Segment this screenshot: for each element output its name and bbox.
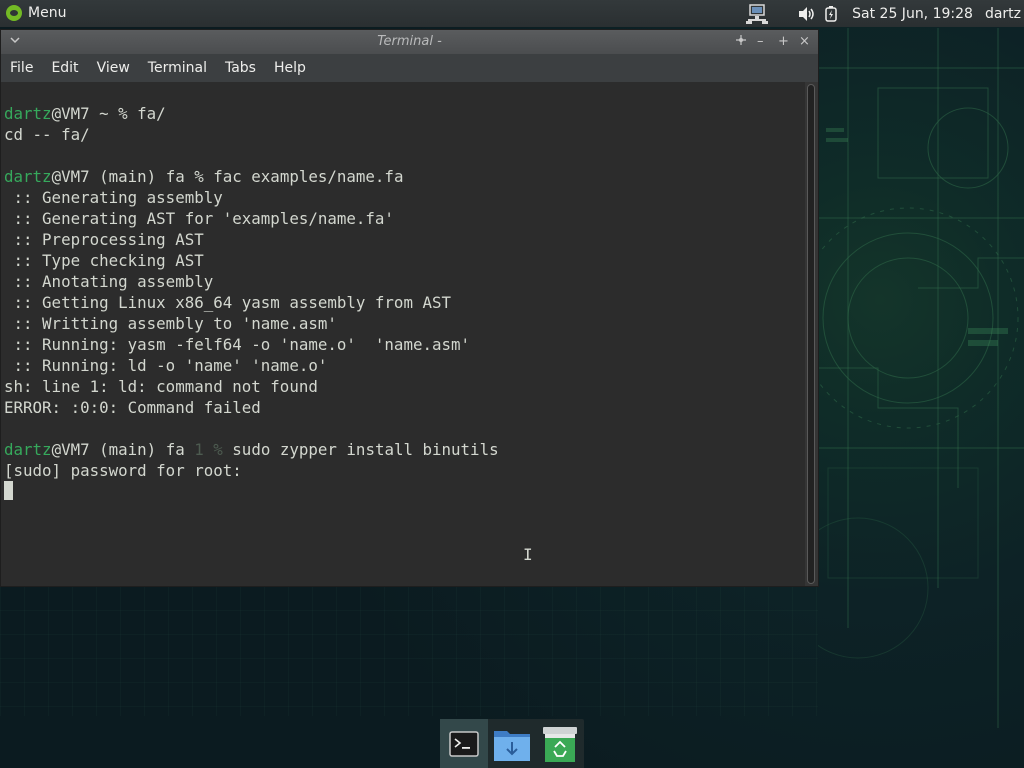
network-icon[interactable] (746, 3, 769, 24)
wallpaper-art (818, 28, 1024, 768)
menu-help[interactable]: Help (265, 60, 315, 76)
terminal-line: :: Writting assembly to 'name.asm' (4, 314, 337, 333)
menu-tabs[interactable]: Tabs (216, 60, 265, 76)
files-icon (494, 730, 530, 761)
terminal-line: sh: line 1: ld: command not found (4, 377, 318, 396)
terminal-cursor (4, 481, 13, 500)
menu-label: Menu (28, 5, 67, 21)
trash-icon (543, 726, 577, 762)
wallpaper-grid (0, 586, 818, 716)
battery-icon[interactable] (824, 5, 838, 22)
prompt-user: dartz (4, 104, 52, 123)
prompt-command-tail: sudo zypper install binutils (222, 440, 499, 459)
menu-view[interactable]: View (88, 60, 139, 76)
terminal-line: :: Getting Linux x86_64 yasm assembly fr… (4, 293, 452, 312)
prompt-exit-status: 1 % (194, 440, 223, 459)
scrollbar[interactable] (805, 82, 818, 586)
close-button[interactable]: × (799, 34, 810, 50)
prompt-command: @VM7 (main) fa % fac examples/name.fa (51, 167, 404, 186)
opensuse-logo-icon (6, 5, 22, 21)
terminal-line: :: Preprocessing AST (4, 230, 204, 249)
terminal-line: dartz@VM7 (main) fa % fac examples/name.… (4, 166, 499, 187)
terminal-line: :: Running: ld -o 'name' 'name.o' (4, 356, 328, 375)
terminal-line: :: Generating assembly (4, 188, 223, 207)
menu-button[interactable]: Menu (2, 2, 70, 24)
terminal-line: ERROR: :0:0: Command failed (4, 398, 261, 417)
minimize-button[interactable]: – (757, 34, 764, 50)
clock[interactable]: Sat 25 Jun, 19:28 (852, 6, 973, 22)
pin-icon[interactable] (735, 34, 747, 51)
maximize-button[interactable]: + (778, 34, 789, 50)
terminal-line: dartz@VM7 ~ % fa/ (4, 103, 499, 124)
prompt-user: dartz (4, 440, 52, 459)
system-tray: Sat 25 Jun, 19:28 dartz (746, 0, 1024, 27)
volume-icon[interactable] (798, 6, 816, 22)
terminal-icon (449, 730, 479, 757)
terminal-line: cd -- fa/ (4, 125, 90, 144)
dock (440, 719, 584, 768)
dock-terminal[interactable] (440, 719, 488, 768)
terminal-line: :: Anotating assembly (4, 272, 214, 291)
menu-bar: File Edit View Terminal Tabs Help (1, 54, 818, 82)
terminal-line: dartz@VM7 (main) fa 1 % sudo zypper inst… (4, 439, 499, 460)
menu-terminal[interactable]: Terminal (139, 60, 216, 76)
text-cursor-ibeam-icon: I (523, 545, 533, 564)
dock-files[interactable] (488, 719, 536, 768)
window-title: Terminal - (377, 34, 442, 49)
window-titlebar[interactable]: Terminal - – + × (1, 30, 818, 54)
terminal-output[interactable]: dartz@VM7 ~ % fa/cd -- fa/dartz@VM7 (mai… (1, 82, 805, 586)
terminal-line: [sudo] password for root: (4, 461, 242, 480)
user-name[interactable]: dartz (985, 6, 1021, 22)
terminal-window: Terminal - – + × File Edit View Terminal… (0, 29, 819, 587)
top-panel: Menu Sat 25 Jun, 19:28 dartz (0, 0, 1024, 27)
scrollbar-thumb[interactable] (807, 84, 815, 584)
terminal-line: :: Running: yasm -felf64 -o 'name.o' 'na… (4, 335, 471, 354)
prompt-command: @VM7 ~ % fa/ (51, 104, 166, 123)
prompt-command: @VM7 (main) fa (51, 440, 195, 459)
terminal-lines: dartz@VM7 ~ % fa/cd -- fa/dartz@VM7 (mai… (4, 103, 499, 502)
dock-trash[interactable] (536, 719, 584, 768)
terminal-cursor-line (4, 481, 499, 502)
menu-edit[interactable]: Edit (42, 60, 87, 76)
prompt-user: dartz (4, 167, 52, 186)
menu-file[interactable]: File (1, 60, 42, 76)
terminal-line: :: Generating AST for 'examples/name.fa' (4, 209, 394, 228)
terminal-line: :: Type checking AST (4, 251, 204, 270)
